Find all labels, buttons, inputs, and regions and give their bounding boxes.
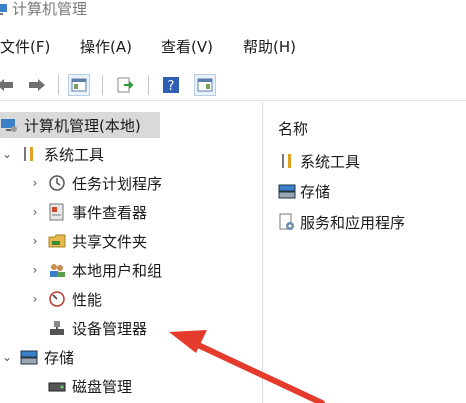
disk-icon bbox=[48, 377, 66, 395]
console-tree: 计算机管理(本地) ⌄ 系统工具 › 任务计划程序 › 事件查看器 › 共享文件… bbox=[0, 102, 263, 403]
menu-help[interactable]: 帮助(H) bbox=[243, 34, 296, 60]
toolbar: ? bbox=[0, 69, 466, 101]
chevron-right-icon[interactable]: › bbox=[28, 234, 42, 248]
menu-bar: 文件(F) 操作(A) 查看(V) 帮助(H) bbox=[0, 34, 466, 60]
results-pane: 名称 系统工具 存储 服务和应用程序 bbox=[264, 102, 466, 403]
list-item-label: 服务和应用程序 bbox=[300, 213, 406, 232]
tree-item-computer-management[interactable]: 计算机管理(本地) bbox=[0, 112, 160, 138]
tree-item-system-tools[interactable]: ⌄ 系统工具 bbox=[0, 141, 104, 167]
chevron-down-icon[interactable]: ⌄ bbox=[0, 350, 14, 364]
computer-management-icon bbox=[0, 1, 8, 15]
tree-item-label: 性能 bbox=[72, 290, 103, 309]
tree-item-task-scheduler[interactable]: › 任务计划程序 bbox=[28, 170, 162, 196]
menu-action[interactable]: 操作(A) bbox=[80, 34, 132, 60]
tree-item-label: 事件查看器 bbox=[72, 203, 148, 222]
tree-item-disk-management[interactable]: 磁盘管理 bbox=[48, 373, 132, 399]
properties-icon[interactable] bbox=[194, 74, 216, 96]
tree-item-performance[interactable]: › 性能 bbox=[28, 286, 102, 312]
window-title: 计算机管理 bbox=[12, 0, 88, 18]
storage-icon bbox=[20, 348, 38, 366]
svg-text:?: ? bbox=[168, 79, 175, 94]
event-log-icon bbox=[48, 203, 66, 221]
column-header-name[interactable]: 名称 bbox=[278, 118, 308, 139]
tree-item-label: 计算机管理(本地) bbox=[24, 116, 141, 135]
tree-item-shared-folders[interactable]: › 共享文件夹 bbox=[28, 228, 147, 254]
toolbar-separator bbox=[58, 75, 59, 95]
tree-item-storage[interactable]: ⌄ 存储 bbox=[0, 344, 74, 370]
help-icon[interactable]: ? bbox=[160, 74, 182, 96]
chevron-right-icon[interactable]: › bbox=[28, 292, 42, 306]
tree-item-label: 设备管理器 bbox=[72, 319, 148, 338]
tree-item-label: 存储 bbox=[44, 348, 75, 367]
list-item-label: 系统工具 bbox=[300, 152, 361, 171]
list-item-label: 存储 bbox=[300, 182, 331, 201]
chevron-right-icon[interactable]: › bbox=[28, 205, 42, 219]
tools-icon bbox=[278, 152, 296, 170]
chevron-right-icon[interactable]: › bbox=[28, 176, 42, 190]
show-hide-tree-icon[interactable] bbox=[68, 74, 90, 96]
list-item-system-tools[interactable]: 系统工具 bbox=[278, 148, 360, 174]
services-icon bbox=[278, 213, 296, 231]
tree-item-event-viewer[interactable]: › 事件查看器 bbox=[28, 199, 147, 225]
tree-item-label: 系统工具 bbox=[44, 145, 105, 164]
tree-item-label: 磁盘管理 bbox=[72, 377, 133, 396]
toolbar-separator bbox=[102, 75, 103, 95]
shared-folder-icon bbox=[48, 232, 66, 250]
export-list-icon[interactable] bbox=[114, 74, 136, 96]
menu-file[interactable]: 文件(F) bbox=[0, 34, 50, 60]
users-icon bbox=[48, 261, 66, 279]
computer-management-icon bbox=[0, 116, 18, 134]
title-bar: 计算机管理 bbox=[0, 0, 466, 26]
tree-item-label: 任务计划程序 bbox=[72, 174, 163, 193]
tree-item-local-users[interactable]: › 本地用户和组 bbox=[28, 257, 162, 283]
chevron-right-icon[interactable]: › bbox=[28, 263, 42, 277]
list-item-services-apps[interactable]: 服务和应用程序 bbox=[278, 209, 405, 235]
clock-icon bbox=[48, 174, 66, 192]
forward-arrow-icon[interactable] bbox=[26, 74, 48, 96]
tree-item-device-manager[interactable]: 设备管理器 bbox=[48, 315, 147, 341]
tree-item-label: 本地用户和组 bbox=[72, 261, 163, 280]
chevron-down-icon[interactable]: ⌄ bbox=[0, 147, 14, 161]
storage-icon bbox=[278, 182, 296, 200]
menu-view[interactable]: 查看(V) bbox=[161, 34, 213, 60]
tools-icon bbox=[20, 145, 38, 163]
device-manager-icon bbox=[48, 319, 66, 337]
performance-icon bbox=[48, 290, 66, 308]
list-item-storage[interactable]: 存储 bbox=[278, 178, 330, 204]
back-arrow-icon[interactable] bbox=[0, 74, 16, 96]
toolbar-separator bbox=[148, 75, 149, 95]
tree-item-label: 共享文件夹 bbox=[72, 232, 148, 251]
